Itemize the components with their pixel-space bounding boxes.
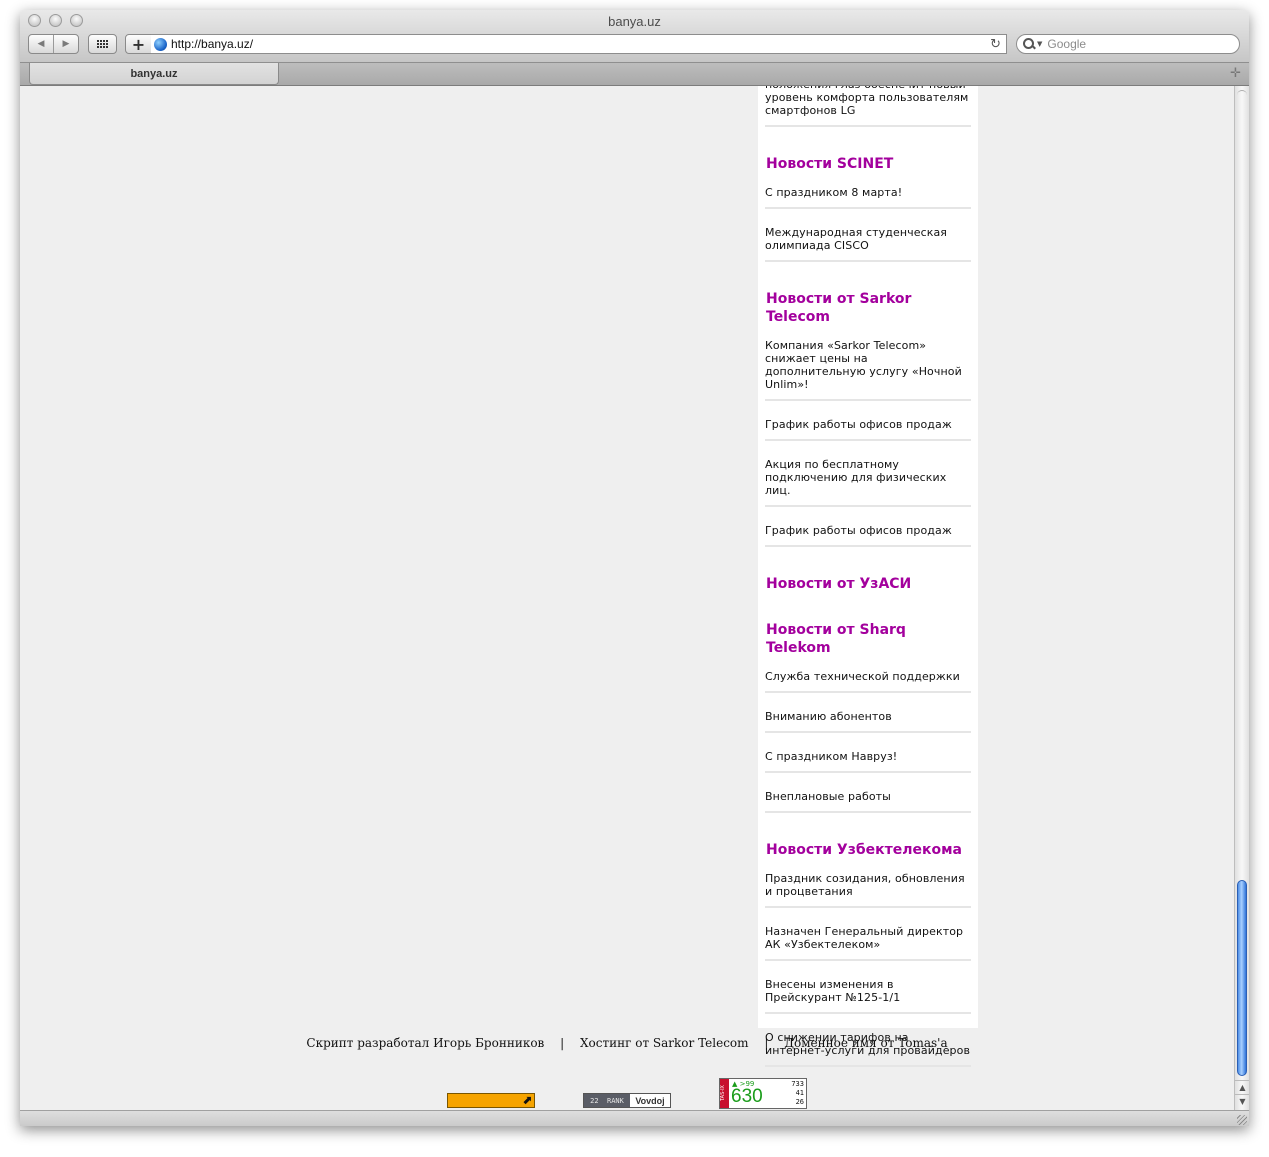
footer-credit-domain[interactable]: Доменное имя от Tomas'a [784, 1036, 947, 1050]
browser-window: banya.uz ◀ ▶ + http://banya.uz/ ↻ ▼ Goog… [20, 10, 1249, 1126]
top-sites-button[interactable] [88, 34, 117, 54]
section-title: Новости от Sharq Telekom [766, 622, 906, 656]
footer-separator: | [764, 1036, 769, 1050]
scroll-up-arrow-icon[interactable]: ▲ [1235, 1080, 1249, 1095]
footer-separator: | [560, 1036, 565, 1050]
rank-dark-part: 22 RANK [584, 1094, 630, 1107]
counter-badge-tasix[interactable]: TAS-IX ▲ >99 630 733 41 26 [719, 1078, 807, 1109]
add-bookmark-button[interactable]: + [125, 34, 152, 54]
news-item[interactable]: График работы офисов продаж [765, 418, 971, 441]
forward-arrow-icon[interactable]: ▶ [53, 35, 78, 53]
section-title: Новости SCINET [766, 156, 894, 172]
counter-badge-rank[interactable]: 22 RANK Vovdoj [583, 1093, 671, 1108]
chevron-down-icon: ▼ [1037, 40, 1043, 48]
news-sidebar: положения глаз обеспечит новый уровень к… [758, 86, 978, 1067]
news-item[interactable]: Международная студенческая олимпиада CIS… [765, 226, 971, 262]
back-arrow-icon[interactable]: ◀ [29, 35, 53, 53]
section-title: Новости от Sarkor Telecom [766, 291, 912, 325]
resize-grip-icon[interactable] [1237, 1115, 1247, 1125]
news-item[interactable]: Вниманию абонентов [765, 710, 971, 733]
section-title: Новости Узбектелекома [766, 842, 962, 858]
vertical-scrollbar[interactable]: ▲ ▼ [1234, 86, 1249, 1110]
footer-credit-hosting[interactable]: Хостинг от Sarkor Telecom [580, 1036, 749, 1050]
reload-icon[interactable]: ↻ [990, 37, 1001, 52]
scroll-thumb[interactable] [1237, 880, 1247, 1076]
address-bar[interactable]: http://banya.uz/ ↻ [151, 34, 1007, 54]
news-item[interactable]: График работы офисов продаж [765, 524, 971, 547]
tab-bar: banya.uz ✛ [20, 63, 1249, 86]
page-viewport: положения глаз обеспечит новый уровень к… [20, 86, 1234, 1110]
arrow-icon: ⬈ [521, 1093, 532, 1107]
back-forward-group: ◀ ▶ [28, 34, 79, 54]
news-item[interactable]: С праздником 8 марта! [765, 186, 971, 209]
rank-brand: Vovdoj [630, 1094, 670, 1107]
rank-label: RANK [607, 1096, 624, 1105]
footer-credits: Скрипт разработал Игорь Бронников | Хост… [20, 1036, 1234, 1050]
tasix-n3: 26 [795, 1098, 804, 1106]
url-text[interactable]: http://banya.uz/ [171, 37, 990, 51]
news-item[interactable]: С праздником Навруз! [765, 750, 971, 773]
scroll-down-arrow-icon[interactable]: ▼ [1235, 1094, 1249, 1109]
counter-badge-orange[interactable]: ⬈ [447, 1093, 535, 1108]
tab-banya[interactable]: banya.uz [29, 63, 279, 85]
plus-icon: + [131, 34, 146, 54]
news-item-truncated[interactable]: положения глаз обеспечит новый уровень к… [765, 86, 971, 127]
new-tab-plus-icon[interactable]: ✛ [1230, 66, 1241, 81]
tasix-n2: 41 [795, 1089, 804, 1097]
news-item[interactable]: Праздник созидания, обновления и процвет… [765, 872, 971, 908]
tasix-big-number: 630 [731, 1086, 763, 1107]
search-placeholder: Google [1047, 37, 1087, 51]
tasix-numbers: 733 41 26 [791, 1080, 804, 1107]
title-toolbar: banya.uz ◀ ▶ + http://banya.uz/ ↻ ▼ Goog… [20, 10, 1249, 63]
footer-credit-script[interactable]: Скрипт разработал Игорь Бронников [306, 1036, 544, 1050]
news-item[interactable]: Внеплановые работы [765, 790, 971, 813]
search-icon[interactable] [1023, 38, 1035, 50]
window-title: banya.uz [608, 14, 661, 29]
globe-icon [154, 37, 167, 51]
scroll-track-cap [1237, 90, 1247, 99]
status-bar [20, 1110, 1249, 1126]
grid-icon [97, 40, 108, 48]
news-item[interactable]: Служба технической поддержки [765, 670, 971, 693]
rank-number: 22 [590, 1096, 599, 1105]
search-field[interactable]: ▼ Google [1016, 34, 1240, 54]
news-list: положения глаз обеспечит новый уровень к… [765, 86, 971, 1095]
tasix-label: TAS-IX [720, 1079, 729, 1108]
section-title: Новости от УзАСИ [766, 576, 912, 592]
news-item[interactable]: Внесены изменения в Прейскурант №125-1/1 [765, 978, 971, 1014]
news-item[interactable]: Акция по бесплатному подключению для физ… [765, 458, 971, 507]
tasix-n1: 733 [791, 1080, 804, 1088]
news-item[interactable]: Компания «Sarkor Telecom» снижает цены н… [765, 339, 971, 401]
news-item[interactable]: Назначен Генеральный директор АК «Узбект… [765, 925, 971, 961]
